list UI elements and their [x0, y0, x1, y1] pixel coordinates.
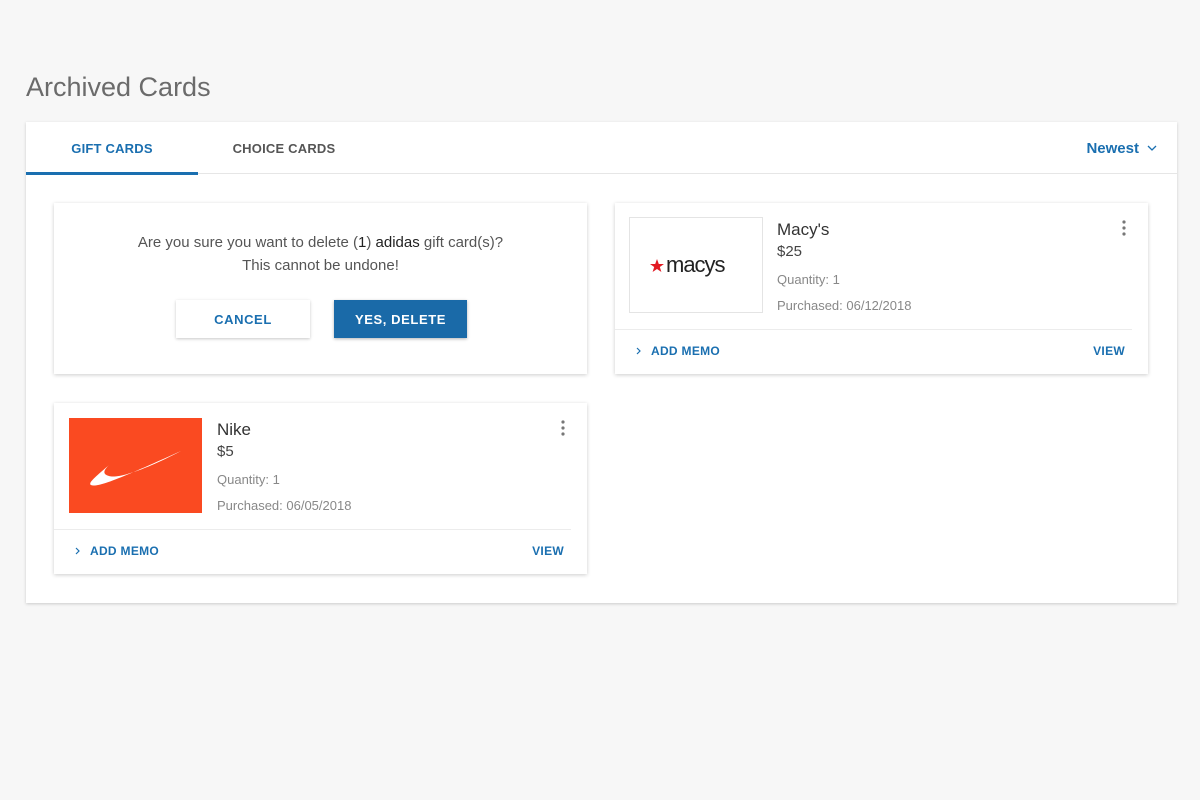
add-memo-label: ADD MEMO — [651, 344, 721, 358]
add-memo-button[interactable]: ADD MEMO — [635, 344, 720, 358]
add-memo-label: ADD MEMO — [90, 544, 160, 558]
card-name: Nike — [217, 420, 252, 439]
view-button[interactable]: VIEW — [532, 544, 564, 558]
chevron-down-icon — [1147, 145, 1157, 151]
card-quantity: Quantity: 1 — [777, 272, 840, 287]
gift-card-macys[interactable]: macys Macy's $25 Quantity: 1 Purchased: … — [615, 203, 1148, 374]
card-purchase-date: Purchased: 06/12/2018 — [777, 298, 912, 313]
card-amount: $25 — [777, 243, 803, 260]
cancel-button[interactable]: CANCEL — [176, 300, 310, 338]
confirmation-question: Are you sure you want to delete (1) adid… — [137, 234, 504, 251]
confirmation-warning: This cannot be undone! — [242, 257, 399, 274]
add-memo-button[interactable]: ADD MEMO — [74, 544, 159, 558]
card-divider — [615, 329, 1132, 330]
sort-label: Newest — [1086, 139, 1139, 157]
more-options-icon[interactable] — [559, 419, 567, 437]
sort-dropdown[interactable]: Newest — [1086, 137, 1157, 159]
card-brand: adidas — [375, 234, 420, 251]
nike-swoosh-icon — [90, 451, 181, 486]
nike-logo — [69, 418, 202, 513]
card-divider — [54, 529, 571, 530]
chevron-right-icon — [75, 547, 80, 555]
tab-bar: GIFT CARDS CHOICE CARDS Newest — [26, 122, 1177, 175]
macys-logo: macys — [629, 217, 763, 313]
card-quantity: Quantity: 1 — [217, 472, 280, 487]
more-options-icon[interactable] — [1120, 219, 1128, 237]
chevron-right-icon — [636, 347, 641, 355]
card-purchase-date: Purchased: 06/05/2018 — [217, 498, 352, 513]
tab-gift-cards[interactable]: GIFT CARDS — [26, 122, 198, 175]
view-button[interactable]: VIEW — [1093, 344, 1125, 358]
tab-choice-cards[interactable]: CHOICE CARDS — [198, 122, 370, 174]
card-name: Macy's — [777, 220, 830, 239]
macys-star-logo-icon: macys — [650, 252, 727, 277]
confirm-delete-button[interactable]: YES, DELETE — [334, 300, 467, 338]
macys-logo-text: macys — [666, 252, 726, 277]
gift-card-nike[interactable]: Nike $5 Quantity: 1 Purchased: 06/05/201… — [54, 403, 587, 574]
confirmation-message: Are you sure you want to delete (1) adid… — [54, 231, 587, 277]
archived-cards-panel: GIFT CARDS CHOICE CARDS Newest Are you s… — [26, 122, 1177, 603]
card-amount: $5 — [217, 443, 234, 460]
page-title: Archived Cards — [26, 72, 211, 102]
delete-confirmation-card: Are you sure you want to delete (1) adid… — [54, 203, 587, 374]
